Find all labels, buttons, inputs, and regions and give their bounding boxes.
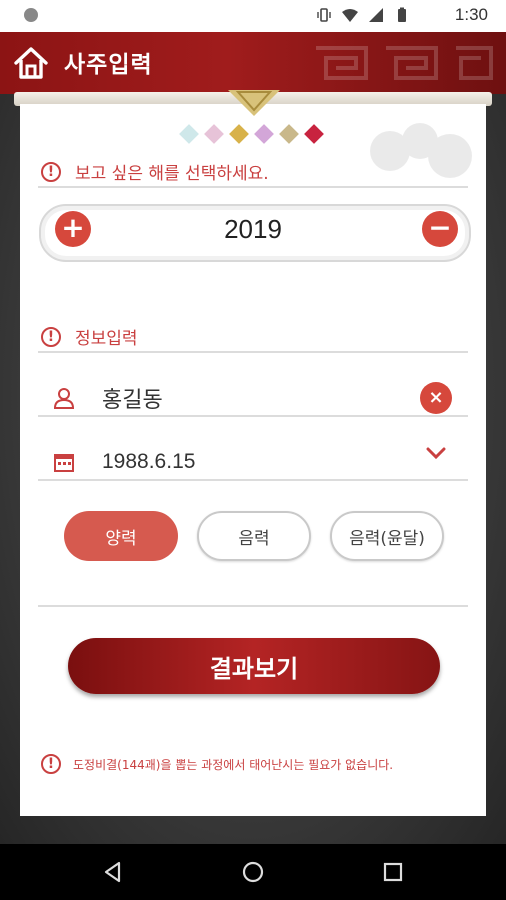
diamond-ornaments: [178, 123, 325, 145]
status-bar: 1:30: [0, 0, 506, 32]
note-row: ! 도정비결(144괘)을 뽑는 과정에서 태어난시는 필요가 없습니다.: [41, 754, 393, 774]
navigation-bar: [0, 844, 506, 900]
diamond: [279, 124, 299, 144]
vibrate-icon: [317, 8, 331, 22]
wifi-icon: [342, 9, 358, 22]
view-result-button[interactable]: 결과보기: [68, 638, 440, 694]
diamond: [254, 124, 274, 144]
clear-name-button[interactable]: ×: [420, 382, 452, 414]
note-text: 도정비결(144괘)을 뽑는 과정에서 태어난시는 필요가 없습니다.: [73, 757, 394, 772]
year-prompt: 보고 싶은 해를 선택하세요.: [75, 164, 269, 184]
year-increase-button[interactable]: +: [55, 211, 91, 247]
info-title: 정보입력: [75, 329, 138, 349]
cloud-pattern: [370, 123, 472, 178]
page-title: 사주입력: [64, 52, 153, 78]
divider: [38, 415, 468, 417]
alert-icon: !: [41, 754, 61, 774]
status-time: 1:30: [454, 5, 488, 24]
solar-calendar-button[interactable]: 양력: [64, 511, 178, 561]
divider: [38, 605, 468, 607]
knot-ornament: [228, 90, 280, 116]
recents-icon[interactable]: [381, 860, 405, 884]
diamond: [179, 124, 199, 144]
home-nav-icon[interactable]: [241, 860, 265, 884]
info-title-row: ! 정보입력: [41, 324, 138, 349]
status-icons: [316, 7, 410, 23]
lunar-calendar-button[interactable]: 음력: [197, 511, 311, 561]
alert-icon: !: [41, 326, 61, 347]
year-decrease-button[interactable]: −: [422, 211, 458, 247]
lunar-leap-calendar-button[interactable]: 음력(윤달): [330, 511, 444, 561]
person-icon: [53, 388, 75, 409]
signal-icon: [369, 8, 383, 22]
year-value: 2019: [224, 214, 282, 244]
calendar-icon: [54, 454, 74, 472]
name-input[interactable]: 홍길동: [102, 382, 163, 414]
chevron-down-icon[interactable]: [426, 446, 446, 460]
divider: [38, 351, 468, 353]
diamond: [304, 124, 324, 144]
divider: [38, 479, 468, 481]
divider: [38, 186, 468, 188]
year-prompt-row: ! 보고 싶은 해를 선택하세요.: [41, 159, 269, 184]
notification-dot-icon: [24, 8, 38, 22]
diamond: [229, 124, 249, 144]
app-header: 사주입력: [0, 32, 506, 94]
diamond: [204, 124, 224, 144]
birth-date-select[interactable]: 1988.6.15: [102, 450, 195, 474]
back-icon[interactable]: [101, 860, 125, 884]
header-pattern: [316, 46, 493, 80]
battery-icon: [398, 7, 406, 22]
home-icon[interactable]: [12, 44, 50, 82]
alert-icon: !: [41, 161, 61, 182]
